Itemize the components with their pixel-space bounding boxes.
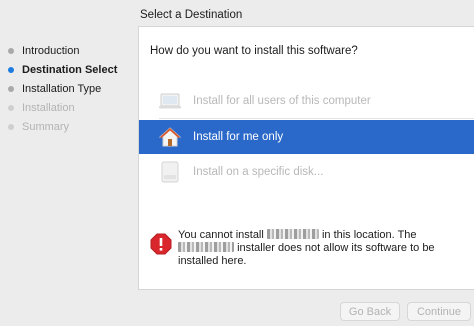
step-dot-icon xyxy=(8,67,14,73)
error-text-line3: installed here. xyxy=(178,255,247,267)
step-dot-icon xyxy=(8,105,14,111)
option-label: Install on a specific disk... xyxy=(193,166,324,178)
disk-icon xyxy=(159,161,181,183)
steps-sidebar: Introduction Destination Select Installa… xyxy=(0,0,138,326)
step-label: Introduction xyxy=(22,45,80,57)
error-text-line1-start: You cannot install xyxy=(178,229,267,241)
option-label: Install for all users of this computer xyxy=(193,95,371,107)
go-back-button[interactable]: Go Back xyxy=(340,302,400,321)
option-install-specific-disk[interactable]: Install on a specific disk... xyxy=(139,155,474,189)
error-text-line1-end: in this location. The xyxy=(318,229,417,241)
option-install-for-me[interactable]: Install for me only xyxy=(139,120,474,154)
step-label: Installation xyxy=(22,102,75,114)
error-text: You cannot install in this location. The… xyxy=(178,229,435,268)
step-label: Destination Select xyxy=(22,64,118,76)
redacted-name xyxy=(178,242,234,252)
install-question: How do you want to install this software… xyxy=(150,45,358,57)
step-label: Summary xyxy=(22,121,70,133)
step-summary: Summary xyxy=(8,118,69,136)
step-label: Installation Type xyxy=(22,83,102,95)
step-installation-type: Installation Type xyxy=(8,80,101,98)
step-destination-select: Destination Select xyxy=(8,61,117,79)
option-install-all-users[interactable]: Install for all users of this computer xyxy=(139,84,474,118)
step-dot-icon xyxy=(8,86,14,92)
redacted-name xyxy=(266,229,319,239)
step-installation: Installation xyxy=(8,99,75,117)
warning-icon xyxy=(150,233,172,255)
error-text-line2-end: installer does not allow its software to… xyxy=(237,242,435,254)
step-dot-icon xyxy=(8,48,14,54)
continue-button[interactable]: Continue xyxy=(407,302,471,321)
step-dot-icon xyxy=(8,124,14,130)
computer-icon xyxy=(159,90,181,112)
page-title: Select a Destination xyxy=(140,9,243,21)
home-icon xyxy=(159,126,181,148)
install-error-message: You cannot install in this location. The… xyxy=(150,229,468,268)
option-divider xyxy=(159,118,474,119)
step-introduction: Introduction xyxy=(8,42,79,60)
destination-panel: How do you want to install this software… xyxy=(138,26,474,290)
option-label: Install for me only xyxy=(193,131,284,143)
